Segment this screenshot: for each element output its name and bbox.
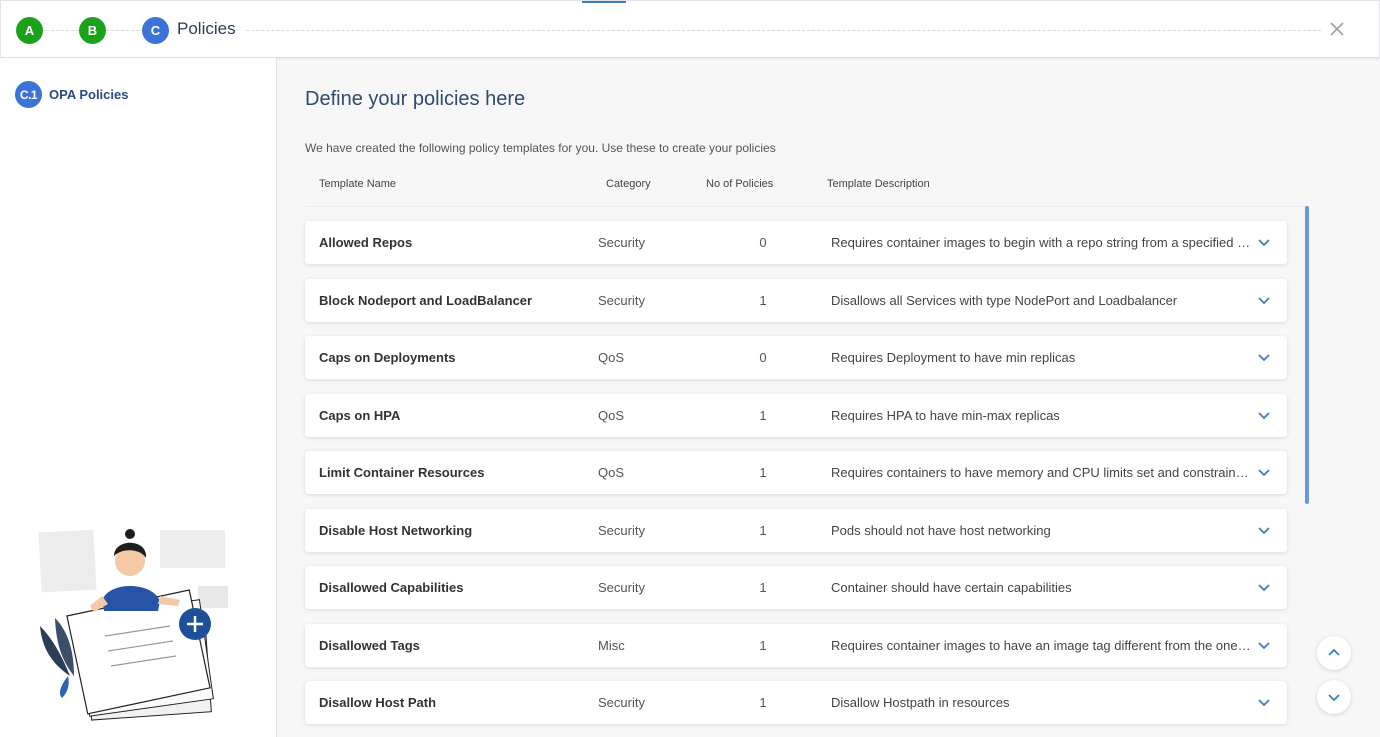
row-name: Block Nodeport and LoadBalancer xyxy=(319,292,533,308)
row-category: Misc xyxy=(598,637,625,653)
close-button[interactable] xyxy=(1325,17,1349,41)
policies-illustration xyxy=(38,529,228,721)
row-description: Container should have certain capabiliti… xyxy=(831,580,1072,595)
row-category: Security xyxy=(598,522,645,538)
header-divider xyxy=(305,206,1307,207)
row-description: Requires HPA to have min-max replicas xyxy=(831,407,1060,423)
column-header-template-description: Template Description xyxy=(827,178,930,190)
scroll-up-button[interactable] xyxy=(1317,636,1351,670)
main-content: Define your policies here We have create… xyxy=(277,58,1380,737)
chevron-down-icon[interactable] xyxy=(1257,695,1271,709)
sidebar-item-badge: C.1 xyxy=(15,81,42,108)
policy-row[interactable]: Caps on Deployments QoS 0 Requires Deplo… xyxy=(305,336,1287,379)
row-description: Requires container images to begin with … xyxy=(831,235,1251,250)
top-accent-bar xyxy=(582,1,626,3)
policy-row[interactable]: Disallow Host Path Security 1 Disallow H… xyxy=(305,681,1287,724)
column-header-no-of-policies: No of Policies xyxy=(706,178,774,190)
row-description: Requires Deployment to have min replicas xyxy=(831,350,1076,365)
chevron-down-icon[interactable] xyxy=(1257,638,1271,652)
column-header-template-name: Template Name xyxy=(319,178,397,190)
page-title: Define your policies here xyxy=(305,88,526,110)
row-count: 1 xyxy=(759,465,767,480)
policy-row[interactable]: Disallowed Capabilities Security 1 Conta… xyxy=(305,566,1287,609)
row-description: Requires container images to have an ima… xyxy=(831,637,1251,653)
sidebar: C.1 OPA Policies xyxy=(0,58,277,737)
row-description: Disallow Hostpath in resources xyxy=(831,695,1010,710)
row-count: 1 xyxy=(759,580,767,595)
row-name: Allowed Repos xyxy=(319,235,413,250)
list-scrollbar[interactable] xyxy=(1305,206,1309,504)
row-category: Security xyxy=(598,292,645,308)
row-name: Caps on Deployments xyxy=(319,350,456,365)
row-count: 1 xyxy=(759,407,767,423)
policy-row[interactable]: Disable Host Networking Security 1 Pods … xyxy=(305,508,1287,552)
chevron-down-icon[interactable] xyxy=(1257,408,1271,422)
row-count: 1 xyxy=(759,292,767,308)
policy-row[interactable]: Block Nodeport and LoadBalancer Security… xyxy=(305,278,1287,322)
policy-row[interactable]: Caps on HPA QoS 1 Requires HPA to have m… xyxy=(305,393,1287,437)
chevron-down-icon[interactable] xyxy=(1257,350,1271,364)
chevron-down-icon[interactable] xyxy=(1257,580,1271,594)
row-count: 1 xyxy=(759,522,767,538)
row-category: QoS xyxy=(598,350,625,365)
row-category: QoS xyxy=(598,407,625,423)
row-count: 1 xyxy=(759,695,767,710)
page-subtitle: We have created the following policy tem… xyxy=(305,141,776,155)
row-name: Limit Container Resources xyxy=(319,465,485,480)
step-a-badge[interactable]: A xyxy=(16,17,43,44)
row-category: QoS xyxy=(598,465,625,480)
scroll-down-button[interactable] xyxy=(1317,680,1351,714)
row-category: Security xyxy=(598,695,645,710)
step-c-badge[interactable]: C xyxy=(142,17,169,44)
row-name: Caps on HPA xyxy=(319,407,401,423)
chevron-down-icon[interactable] xyxy=(1257,523,1271,537)
close-icon xyxy=(1330,22,1344,36)
column-header-category: Category xyxy=(606,178,651,190)
row-name: Disallowed Capabilities xyxy=(319,580,464,595)
policy-row[interactable]: Allowed Repos Security 0 Requires contai… xyxy=(305,221,1287,264)
wizard-header: A B C Policies xyxy=(0,0,1380,58)
chevron-down-icon xyxy=(1328,694,1340,702)
chevron-down-icon[interactable] xyxy=(1257,465,1271,479)
step-b-badge[interactable]: B xyxy=(79,17,106,44)
row-category: Security xyxy=(598,235,645,250)
chevron-down-icon[interactable] xyxy=(1257,235,1271,249)
row-count: 0 xyxy=(759,235,767,250)
row-description: Requires containers to have memory and C… xyxy=(831,465,1251,480)
row-category: Security xyxy=(598,580,645,595)
policy-row[interactable]: Disallowed Tags Misc 1 Requires containe… xyxy=(305,623,1287,667)
row-name: Disallowed Tags xyxy=(319,637,420,653)
row-count: 1 xyxy=(759,637,767,653)
chevron-up-icon xyxy=(1328,648,1340,656)
policy-template-list: Allowed Repos Security 0 Requires contai… xyxy=(305,221,1287,737)
row-name: Disable Host Networking xyxy=(319,522,473,538)
step-title: Policies xyxy=(171,19,244,39)
row-description: Disallows all Services with type NodePor… xyxy=(831,292,1178,308)
row-count: 0 xyxy=(759,350,767,365)
chevron-down-icon[interactable] xyxy=(1257,293,1271,307)
sidebar-item-opa-policies[interactable]: C.1 OPA Policies xyxy=(15,81,128,108)
row-description: Pods should not have host networking xyxy=(831,522,1051,538)
row-name: Disallow Host Path xyxy=(319,695,437,710)
sidebar-item-label: OPA Policies xyxy=(49,87,129,102)
policy-row[interactable]: Limit Container Resources QoS 1 Requires… xyxy=(305,451,1287,494)
